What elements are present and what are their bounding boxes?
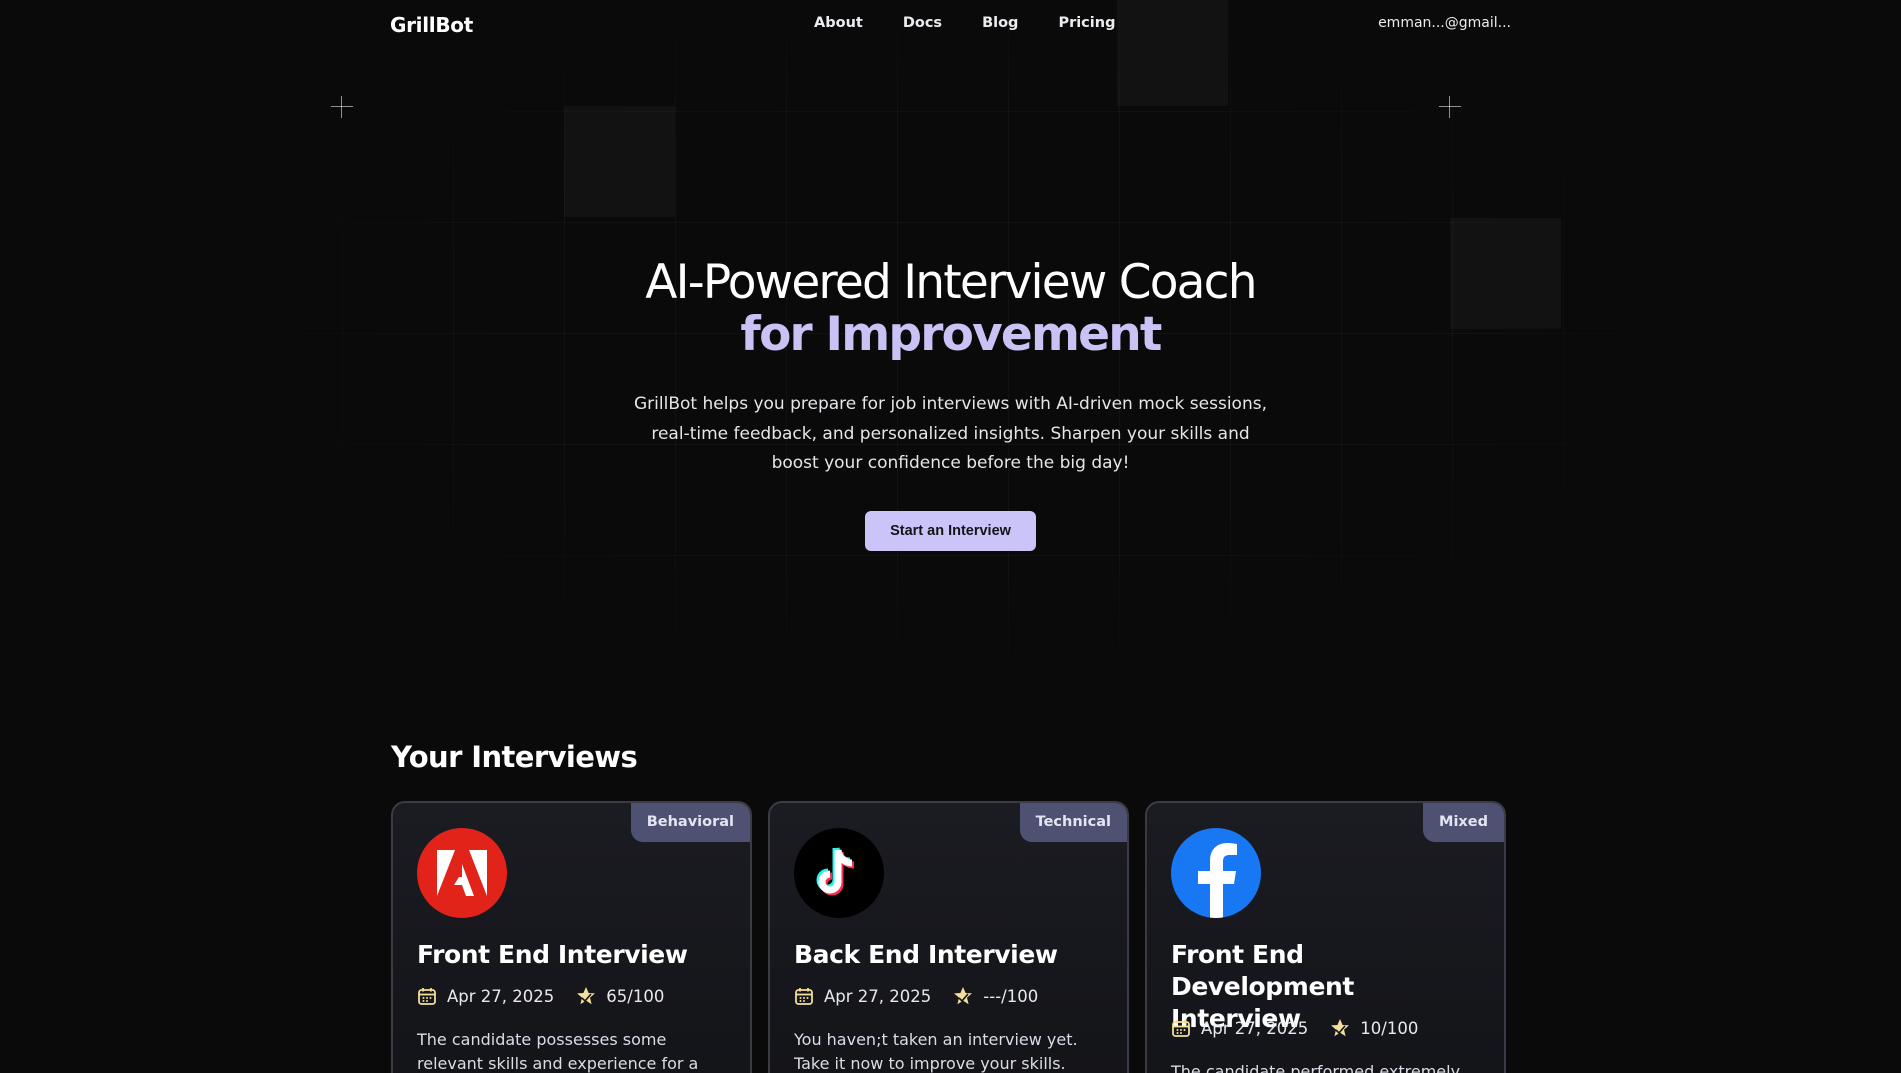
interview-score: ---/100 xyxy=(983,986,1039,1006)
calendar-icon xyxy=(794,986,814,1006)
interview-type-badge: Mixed xyxy=(1423,803,1504,842)
interview-description: You haven;t taken an interview yet. Take… xyxy=(794,1030,1078,1073)
interview-meta: Apr 27, 2025 65/100 xyxy=(417,986,664,1006)
start-interview-button[interactable]: Start an Interview xyxy=(865,510,1036,551)
adobe-logo-icon xyxy=(417,828,507,918)
hero-title: AI-Powered Interview Coach xyxy=(645,255,1257,310)
nav-link-about[interactable]: About xyxy=(814,15,863,31)
interview-title: Front End Interview xyxy=(417,940,688,969)
hero-section: AI-Powered Interview Coach for Improveme… xyxy=(0,256,1901,551)
calendar-icon xyxy=(1171,1018,1191,1038)
nav-link-docs[interactable]: Docs xyxy=(903,15,942,31)
interview-date: Apr 27, 2025 xyxy=(824,986,932,1006)
interview-score: 10/100 xyxy=(1360,1018,1419,1038)
interview-card[interactable]: Mixed Front End Development Interview Ap… xyxy=(1145,801,1506,1073)
interview-score: 65/100 xyxy=(606,986,665,1006)
brand-logo[interactable]: GrillBot xyxy=(390,13,473,37)
sparkle-icon xyxy=(331,96,353,118)
nav-links: About Docs Blog Pricing xyxy=(814,15,1115,31)
top-nav: GrillBot About Docs Blog Pricing emman..… xyxy=(0,0,1901,50)
page: GrillBot About Docs Blog Pricing emman..… xyxy=(0,0,1901,1073)
star-icon xyxy=(576,986,596,1006)
interview-date: Apr 27, 2025 xyxy=(447,986,555,1006)
interview-title: Back End Interview xyxy=(794,940,1058,969)
interview-meta: Apr 27, 2025 10/100 xyxy=(1171,1018,1418,1038)
hero-subtitle: GrillBot helps you prepare for job inter… xyxy=(634,394,1267,473)
interview-cards: Behavioral Front End Interview Apr 27, 2… xyxy=(391,801,1506,1073)
interview-meta: Apr 27, 2025 ---/100 xyxy=(794,986,1038,1006)
calendar-icon xyxy=(417,986,437,1006)
interviews-heading: Your Interviews xyxy=(391,740,638,774)
interview-date: Apr 27, 2025 xyxy=(1201,1018,1309,1038)
star-icon xyxy=(1330,1018,1350,1038)
user-account[interactable]: emman...@gmail... xyxy=(1378,15,1511,31)
facebook-logo-icon xyxy=(1171,828,1261,918)
interview-description: The candidate performed extremely xyxy=(1171,1062,1461,1073)
nav-link-pricing[interactable]: Pricing xyxy=(1058,15,1115,31)
hero-title-accent: for Improvement xyxy=(740,307,1162,362)
interview-type-badge: Behavioral xyxy=(630,803,750,842)
interview-card[interactable]: Technical Back End Interview Apr 27, 202… xyxy=(768,801,1129,1073)
star-icon xyxy=(953,986,973,1006)
tiktok-logo-icon xyxy=(794,828,884,918)
grid-highlight-cell xyxy=(564,106,675,217)
interview-card[interactable]: Behavioral Front End Interview Apr 27, 2… xyxy=(391,801,752,1073)
sparkle-icon xyxy=(1439,96,1461,118)
interview-type-badge: Technical xyxy=(1019,803,1127,842)
interview-description: The candidate possesses some relevant sk… xyxy=(417,1030,699,1073)
nav-link-blog[interactable]: Blog xyxy=(982,15,1018,31)
